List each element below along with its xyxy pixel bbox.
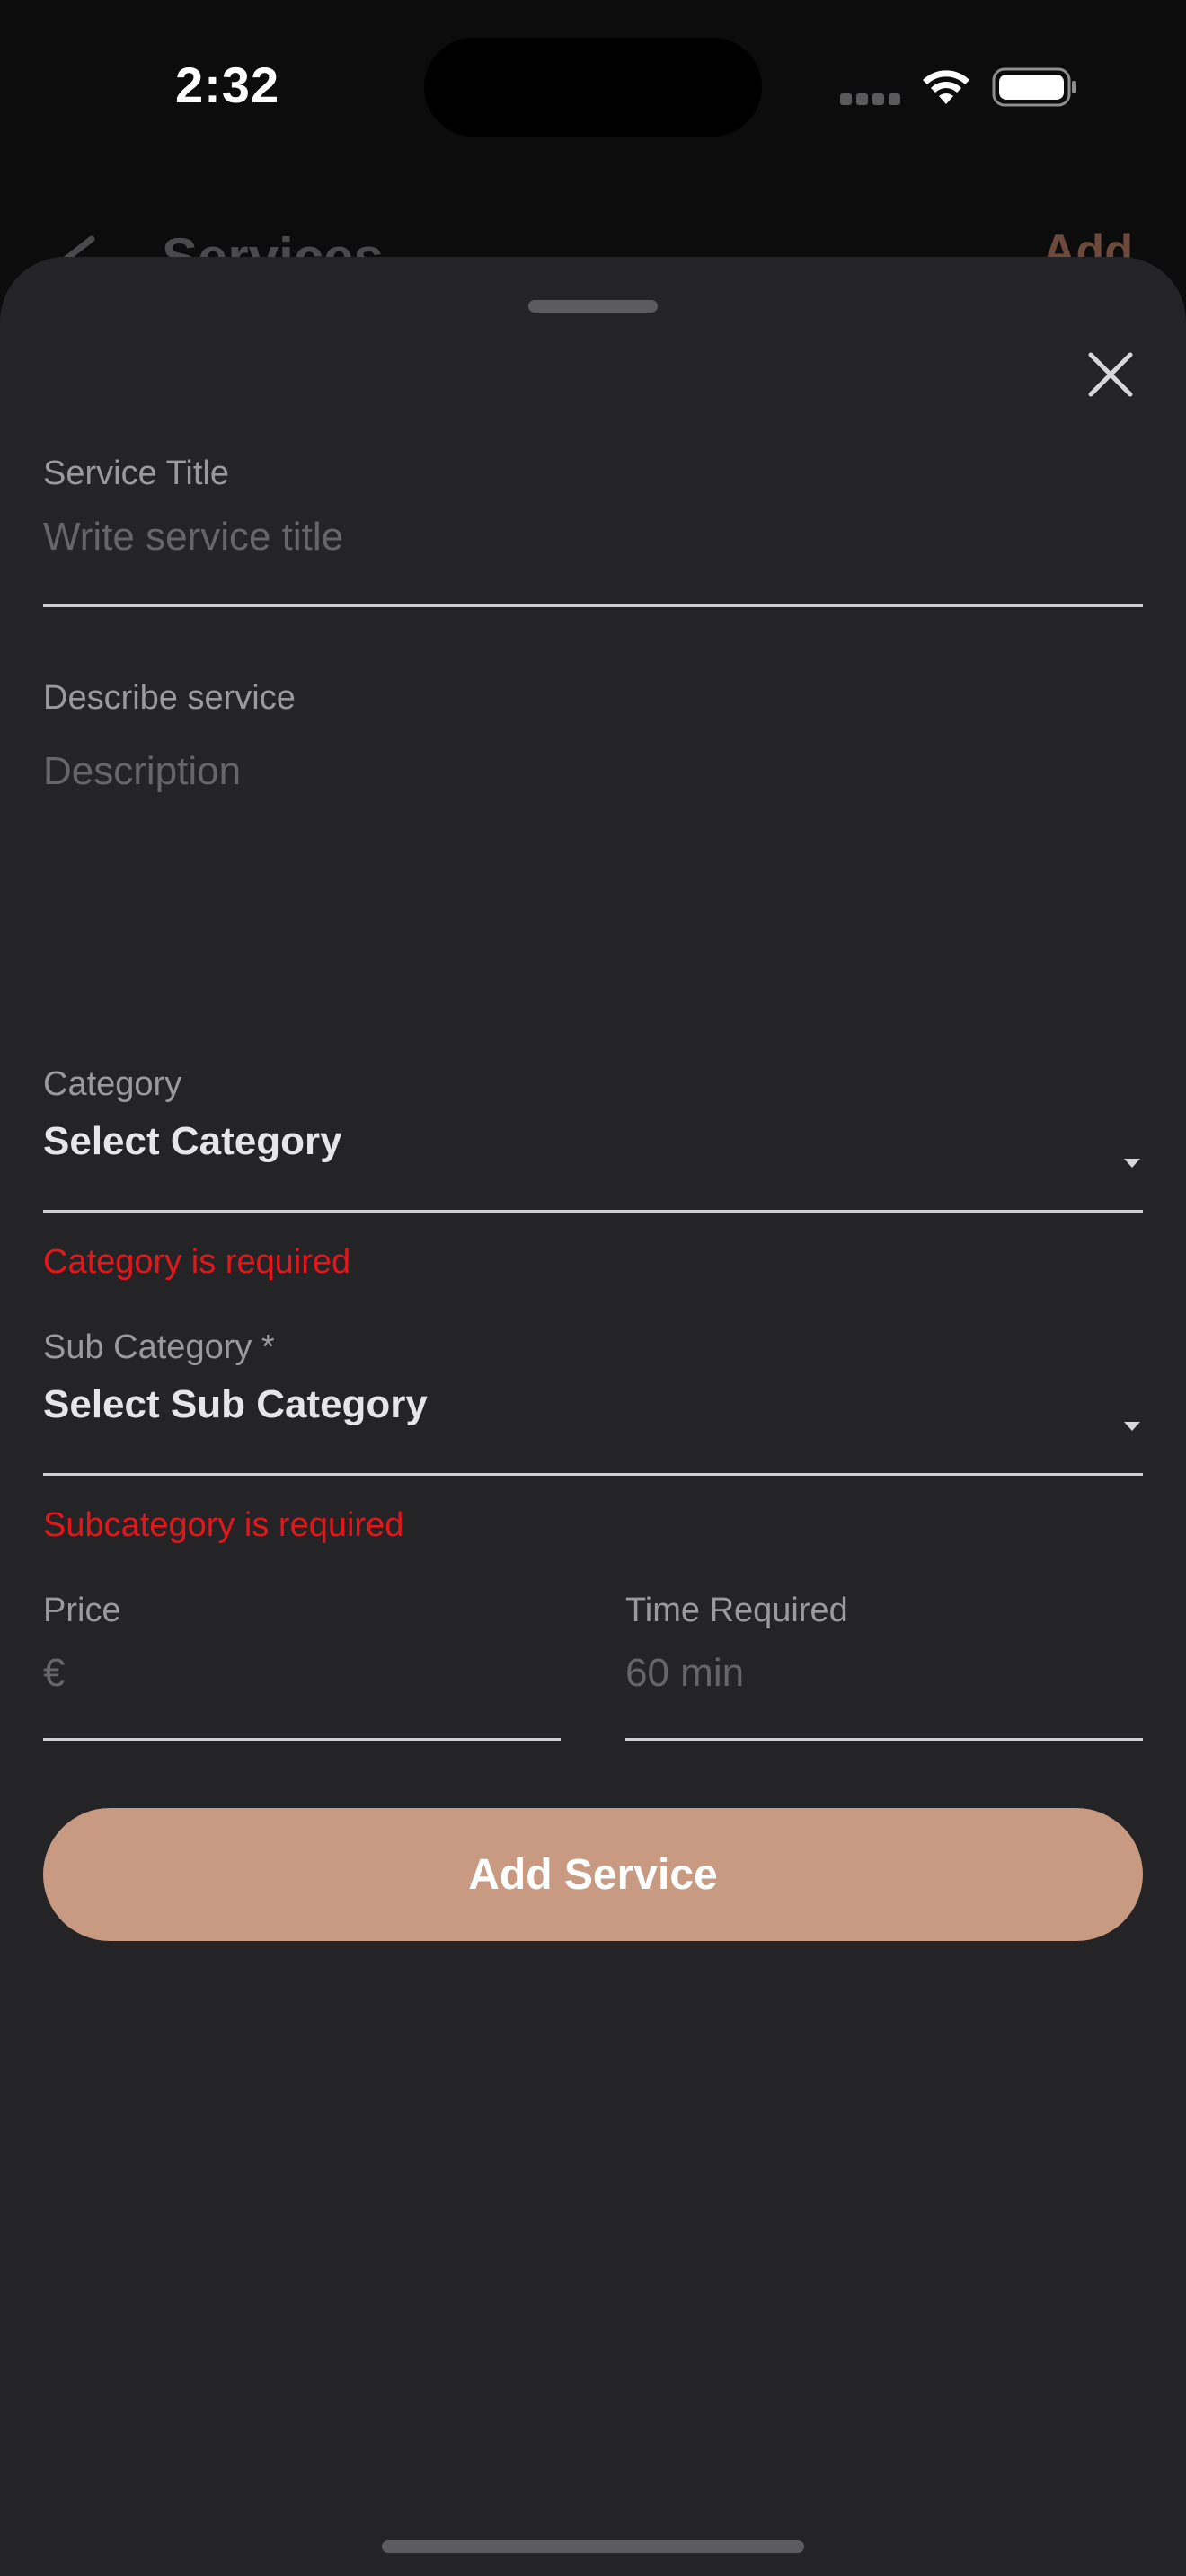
sheet-grabber[interactable] (528, 300, 658, 313)
sub-category-select[interactable]: Select Sub Category (43, 1382, 428, 1427)
category-underline (43, 1210, 1143, 1213)
chevron-down-icon[interactable] (1122, 1420, 1142, 1433)
category-label: Category (43, 1065, 182, 1103)
time-required-underline (625, 1738, 1143, 1741)
description-label: Describe service (43, 679, 296, 717)
price-input[interactable] (43, 1646, 561, 1700)
category-select[interactable]: Select Category (43, 1119, 342, 1164)
sub-category-underline (43, 1473, 1143, 1476)
description-textarea[interactable] (43, 749, 1143, 1019)
add-service-sheet: Service Title Describe service Category … (0, 257, 1186, 2576)
service-title-underline (43, 604, 1143, 607)
sub-category-label: Sub Category * (43, 1328, 275, 1366)
status-bar: 2:32 (0, 0, 1186, 180)
service-title-label: Service Title (43, 454, 229, 492)
time-required-label: Time Required (625, 1592, 848, 1629)
chevron-down-icon[interactable] (1122, 1157, 1142, 1169)
close-icon[interactable] (1085, 349, 1136, 400)
battery-icon (992, 67, 1076, 107)
price-underline (43, 1738, 561, 1741)
home-indicator (382, 2540, 804, 2553)
price-label: Price (43, 1592, 121, 1629)
add-service-button[interactable]: Add Service (43, 1808, 1143, 1941)
cellular-signal-icon (840, 93, 901, 106)
category-error: Category is required (43, 1243, 351, 1281)
status-time: 2:32 (175, 57, 280, 113)
service-title-input[interactable] (43, 510, 1143, 564)
sub-category-error: Subcategory is required (43, 1506, 404, 1544)
dynamic-island (424, 38, 762, 137)
time-required-input[interactable] (625, 1646, 1143, 1700)
wifi-icon (923, 70, 969, 104)
